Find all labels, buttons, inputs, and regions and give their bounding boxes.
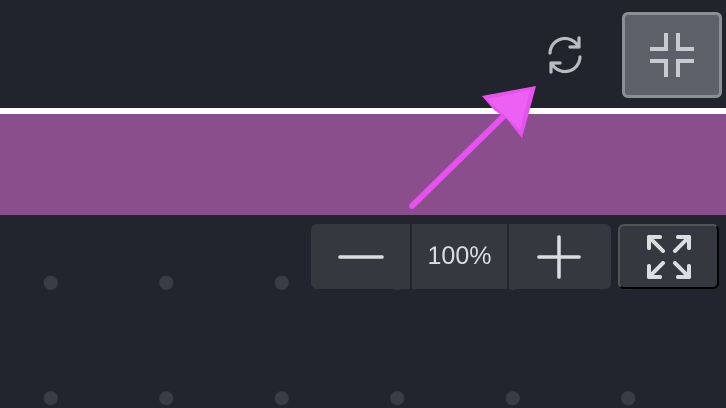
zoom-in-button[interactable] [509,224,609,289]
zoom-level-display[interactable]: 100% [412,224,509,289]
expand-icon [646,234,691,279]
plus-icon [537,234,581,279]
sync-button[interactable] [538,32,592,78]
zoom-out-button[interactable] [311,224,412,289]
collapse-button[interactable] [622,12,722,98]
zoom-level-text: 100% [427,242,492,270]
selected-band[interactable] [0,114,726,215]
zoom-controls: 100% [311,224,611,289]
fullscreen-button[interactable] [618,224,719,289]
sync-icon [548,36,582,74]
top-bar [0,0,726,108]
collapse-icon [650,33,694,77]
minus-icon [337,254,384,259]
